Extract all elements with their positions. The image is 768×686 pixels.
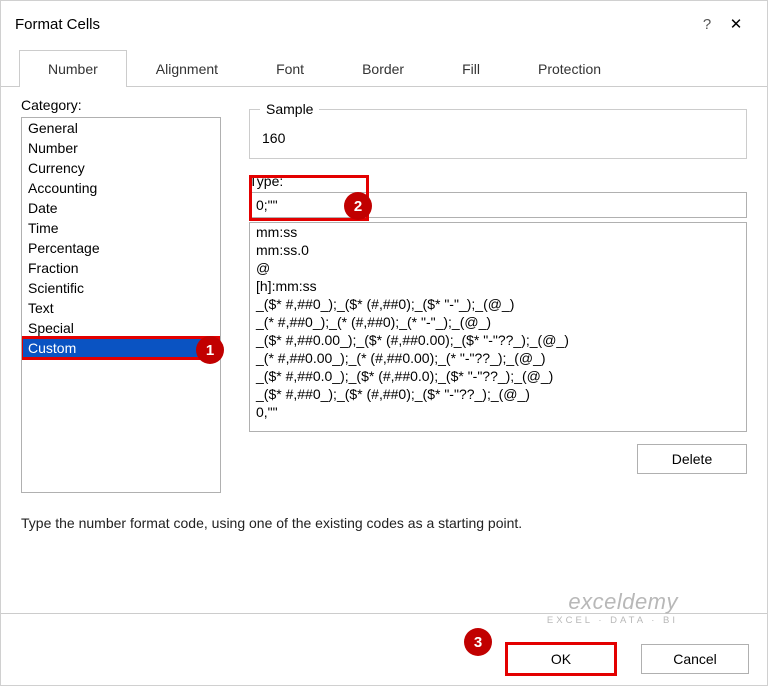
dialog-title: Format Cells	[15, 16, 695, 33]
category-text[interactable]: Text	[22, 298, 220, 318]
callout-2: 2	[344, 192, 372, 220]
tab-alignment[interactable]: Alignment	[127, 50, 247, 87]
category-custom[interactable]: Custom	[22, 338, 220, 358]
callout-1: 1	[196, 336, 224, 364]
format-item[interactable]: [h]:mm:ss	[250, 277, 746, 295]
sample-group: Sample 160	[249, 109, 747, 159]
ok-button[interactable]: OK	[507, 644, 615, 674]
cancel-button[interactable]: Cancel	[641, 644, 749, 674]
type-input[interactable]	[249, 192, 747, 218]
category-currency[interactable]: Currency	[22, 158, 220, 178]
category-scientific[interactable]: Scientific	[22, 278, 220, 298]
category-general[interactable]: General	[22, 118, 220, 138]
format-item[interactable]: @	[250, 259, 746, 277]
hint-text: Type the number format code, using one o…	[21, 515, 747, 531]
sample-label: Sample	[260, 101, 319, 117]
content-area: Category: General Number Currency Accoun…	[1, 87, 767, 613]
category-list[interactable]: General Number Currency Accounting Date …	[21, 117, 221, 493]
dialog-footer: OK Cancel	[1, 613, 767, 685]
tab-number[interactable]: Number	[19, 50, 127, 87]
category-percentage[interactable]: Percentage	[22, 238, 220, 258]
sample-value: 160	[262, 130, 285, 146]
help-icon[interactable]: ?	[695, 16, 719, 33]
format-item[interactable]: 0,""	[250, 403, 746, 421]
tab-fill[interactable]: Fill	[433, 50, 509, 87]
format-item[interactable]: _(* #,##0_);_(* (#,##0);_(* "-"_);_(@_)	[250, 313, 746, 331]
titlebar: Format Cells ? ✕	[1, 1, 767, 43]
category-date[interactable]: Date	[22, 198, 220, 218]
format-item[interactable]: _($* #,##0.0_);_($* (#,##0.0);_($* "-"??…	[250, 367, 746, 385]
category-special[interactable]: Special	[22, 318, 220, 338]
tab-border[interactable]: Border	[333, 50, 433, 87]
tab-font[interactable]: Font	[247, 50, 333, 87]
category-accounting[interactable]: Accounting	[22, 178, 220, 198]
format-item[interactable]: mm:ss	[250, 223, 746, 241]
callout-3: 3	[464, 628, 492, 656]
format-item[interactable]: _($* #,##0.00_);_($* (#,##0.00);_($* "-"…	[250, 331, 746, 349]
category-fraction[interactable]: Fraction	[22, 258, 220, 278]
format-item[interactable]: _($* #,##0_);_($* (#,##0);_($* "-"??_);_…	[250, 385, 746, 403]
delete-button[interactable]: Delete	[637, 444, 747, 474]
format-item[interactable]: _($* #,##0_);_($* (#,##0);_($* "-"_);_(@…	[250, 295, 746, 313]
format-item[interactable]: _(* #,##0.00_);_(* (#,##0.00);_(* "-"??_…	[250, 349, 746, 367]
format-item[interactable]: mm:ss.0	[250, 241, 746, 259]
category-time[interactable]: Time	[22, 218, 220, 238]
category-label: Category:	[21, 97, 221, 113]
format-cells-dialog: Format Cells ? ✕ Number Alignment Font B…	[0, 0, 768, 686]
category-number[interactable]: Number	[22, 138, 220, 158]
tab-strip: Number Alignment Font Border Fill Protec…	[1, 49, 767, 87]
type-label: Type:	[249, 173, 747, 189]
tab-protection[interactable]: Protection	[509, 50, 630, 87]
close-icon[interactable]: ✕	[719, 15, 753, 33]
format-list[interactable]: mm:ss mm:ss.0 @ [h]:mm:ss _($* #,##0_);_…	[249, 222, 747, 432]
